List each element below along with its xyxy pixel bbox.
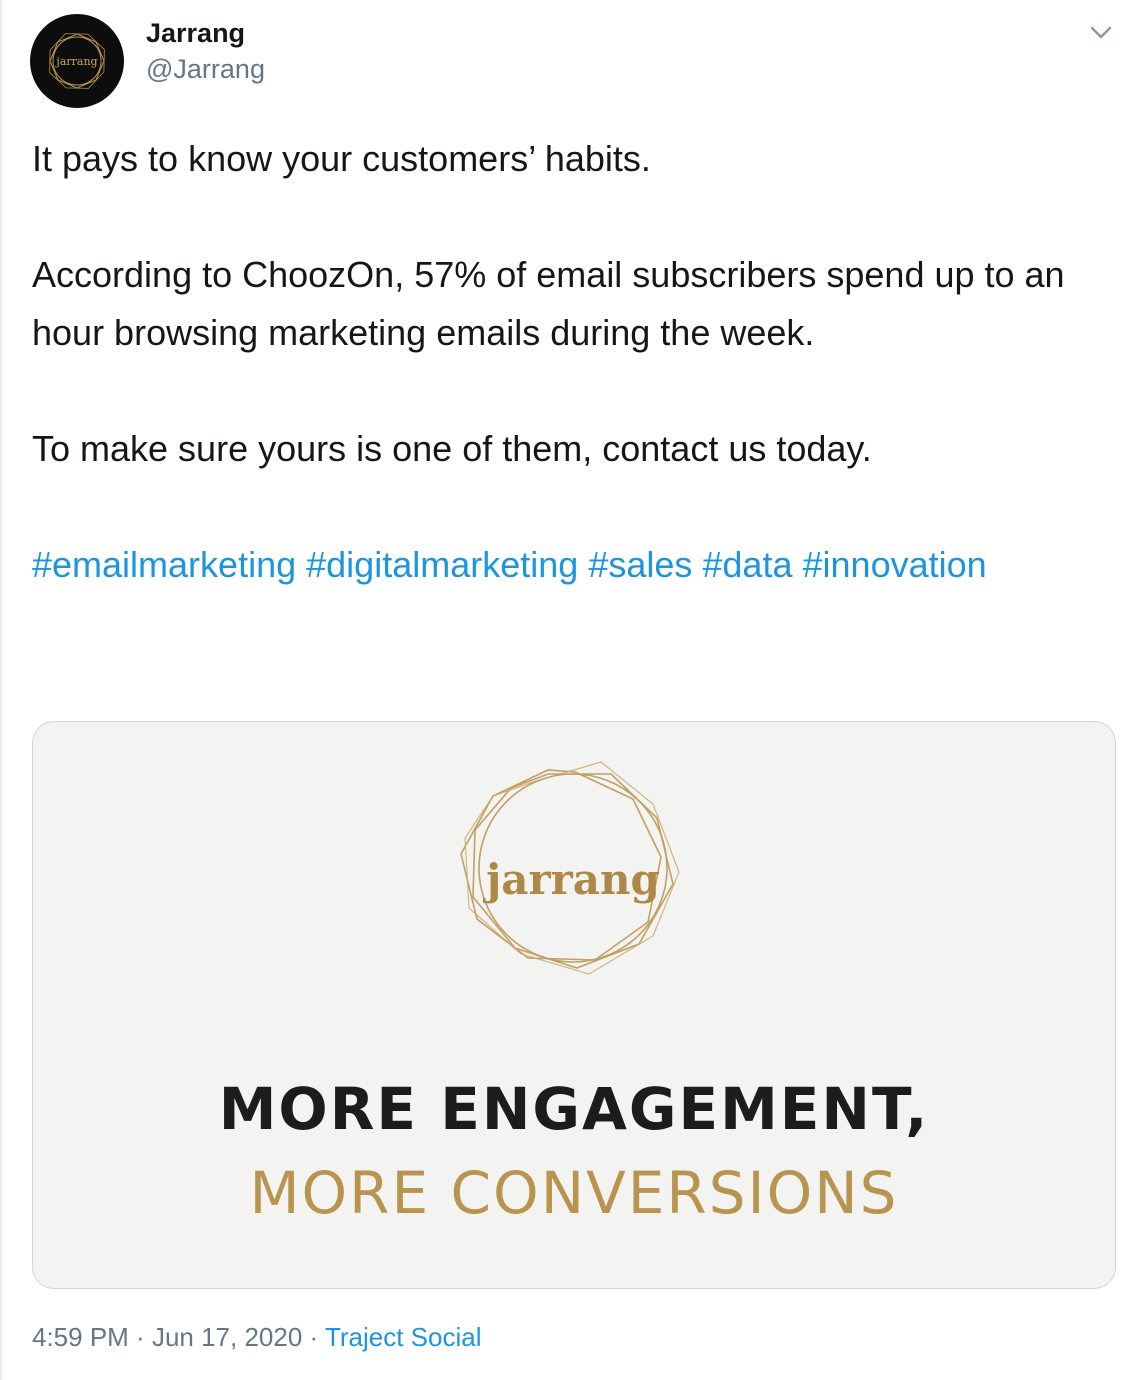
- avatar[interactable]: jarrang: [30, 14, 124, 108]
- avatar-logo: jarrang: [49, 33, 105, 89]
- logo-text: jarrang: [482, 855, 660, 904]
- media-headline-2: MORE CONVERSIONS: [249, 1159, 899, 1227]
- tweet-time[interactable]: 4:59 PM: [32, 1322, 129, 1352]
- author-name[interactable]: Jarrang: [146, 18, 245, 49]
- tweet-body: It pays to know your customers’ habits. …: [32, 130, 1112, 594]
- more-options-button[interactable]: [1084, 18, 1118, 46]
- tweet-line-2: According to ChoozOn, 57% of email subsc…: [32, 254, 1065, 353]
- meta-separator: ·: [128, 1322, 152, 1352]
- hashtag-link[interactable]: #digitalmarketing: [306, 544, 578, 585]
- hashtag-link[interactable]: #sales: [588, 544, 692, 585]
- hashtag-link[interactable]: #emailmarketing: [32, 544, 296, 585]
- hashtag-link[interactable]: #data: [702, 544, 792, 585]
- tweet-line-1: It pays to know your customers’ habits.: [32, 138, 651, 179]
- meta-separator: ·: [302, 1322, 325, 1352]
- source-link[interactable]: Traject Social: [325, 1322, 482, 1352]
- tweet-meta: 4:59 PM · Jun 17, 2020 · Traject Social: [32, 1322, 481, 1353]
- avatar-text: jarrang: [54, 55, 97, 68]
- hashtag-list: #emailmarketing #digitalmarketing #sales…: [32, 536, 1112, 594]
- tweet-line-3: To make sure yours is one of them, conta…: [32, 428, 872, 469]
- tweet-date[interactable]: Jun 17, 2020: [152, 1322, 302, 1352]
- chevron-down-icon: [1090, 26, 1112, 39]
- media-headline-1: MORE ENGAGEMENT,: [218, 1075, 930, 1143]
- tweet: jarrang Jarrang @Jarrang It pays to know…: [0, 0, 1140, 1380]
- jarrang-logo: jarrang: [460, 761, 680, 975]
- media-image[interactable]: jarrang MORE ENGAGEMENT, MORE CONVERSION…: [32, 721, 1116, 1289]
- hashtag-link[interactable]: #innovation: [803, 544, 987, 585]
- author-handle[interactable]: @Jarrang: [146, 54, 265, 85]
